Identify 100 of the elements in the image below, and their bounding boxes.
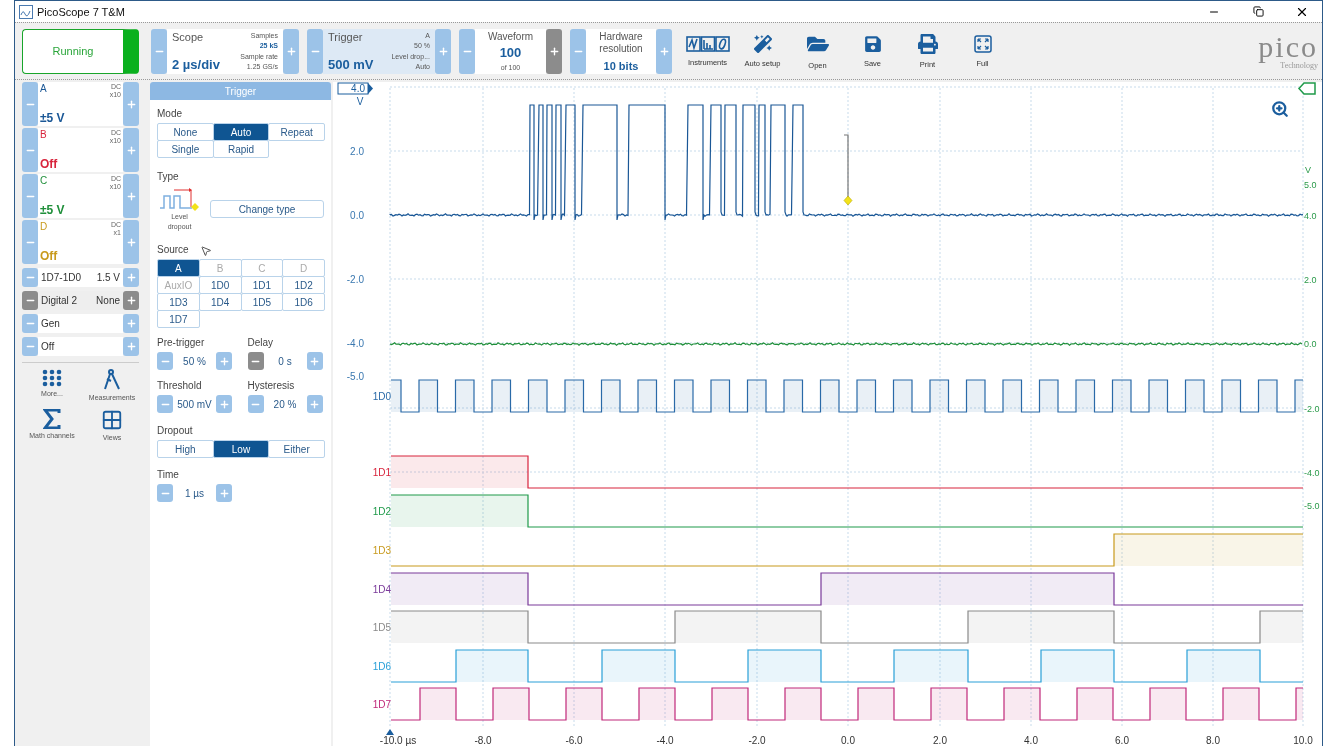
channel-label: 1D3 — [372, 545, 392, 556]
axis-label: 2.0 — [1304, 275, 1317, 285]
control-title: Trigger — [328, 30, 363, 43]
section-label: Mode — [157, 108, 182, 119]
plus-icon — [125, 236, 137, 248]
time-marker[interactable] — [386, 729, 394, 735]
decrease-button[interactable] — [22, 268, 38, 287]
increase-button[interactable] — [123, 268, 139, 287]
decrease-button[interactable] — [459, 28, 475, 74]
axis-label: -2.0 — [748, 735, 766, 746]
plus-icon — [437, 45, 449, 57]
control-value: 2 µs/div — [172, 56, 220, 72]
level-dropout-icon — [157, 186, 202, 212]
row-label: Gen — [41, 318, 60, 329]
axis-label: 4.0 — [1024, 735, 1038, 746]
plus-icon — [658, 45, 670, 57]
source-option[interactable]: 1D2 — [282, 276, 325, 294]
source-option[interactable]: 1D4 — [198, 293, 242, 311]
panel-header: Trigger — [150, 82, 331, 100]
source-option[interactable]: 1D6 — [282, 293, 325, 311]
control-value: 500 mV — [328, 56, 374, 72]
source-option[interactable]: 1D3 — [157, 293, 200, 311]
decrease-button[interactable] — [157, 395, 173, 413]
decrease-button[interactable] — [307, 28, 323, 74]
decrease-button[interactable] — [157, 352, 173, 370]
axis-label: 2.0 — [933, 735, 947, 746]
axis-label: -10.0 µs — [379, 735, 417, 746]
dropout-option[interactable]: Low — [212, 440, 270, 458]
axis-label: -4.0 — [656, 735, 674, 746]
increase-button[interactable] — [216, 352, 232, 370]
plus-icon — [218, 487, 230, 499]
decrease-button[interactable] — [247, 395, 264, 413]
zoom-icon[interactable] — [1271, 100, 1289, 118]
source-option[interactable]: 1D0 — [198, 276, 242, 294]
trigger-marker[interactable] — [843, 134, 853, 206]
decrease-button[interactable] — [157, 484, 173, 502]
axis-marker[interactable] — [337, 82, 373, 95]
axis-label: 5.0 — [1304, 180, 1317, 190]
plus-icon — [285, 45, 297, 57]
increase-button[interactable] — [123, 174, 139, 218]
printer-icon — [917, 33, 938, 54]
increase-button[interactable] — [123, 291, 139, 310]
plus-icon — [125, 190, 137, 202]
axis-label: -6.0 — [565, 735, 583, 746]
source-option[interactable]: 1D5 — [240, 293, 284, 311]
source-option[interactable]: A — [157, 259, 200, 277]
increase-button[interactable] — [123, 337, 139, 356]
decrease-button[interactable] — [22, 314, 38, 333]
mode-option[interactable]: None — [157, 123, 214, 141]
axis-label: -2.0 — [346, 274, 364, 285]
row-label: Off — [41, 341, 55, 352]
axis-label: 4.0 — [351, 83, 365, 94]
grid-icon — [101, 409, 123, 431]
decrease-button[interactable] — [570, 28, 586, 74]
axis-label: 8.0 — [1206, 735, 1220, 746]
sigma-icon — [43, 409, 61, 429]
dropout-option[interactable]: Either — [268, 440, 325, 458]
app-icon — [19, 4, 33, 19]
axis-label: 2.0 — [350, 146, 364, 157]
magic-wand-icon — [753, 34, 772, 53]
increase-button[interactable] — [283, 28, 299, 74]
row-value: None — [96, 295, 120, 306]
increase-button[interactable] — [216, 484, 232, 502]
mode-option[interactable]: Single — [157, 140, 214, 158]
channel-range: Off — [40, 249, 58, 263]
section-label: Time — [157, 469, 179, 480]
channel-label: 1D6 — [372, 661, 392, 672]
increase-button[interactable] — [435, 28, 451, 74]
change-type-button[interactable]: Change type — [210, 200, 324, 218]
mode-option[interactable]: Auto — [212, 123, 270, 141]
increase-button[interactable] — [123, 82, 139, 126]
restore-icon — [1252, 6, 1264, 17]
dropout-option[interactable]: High — [157, 440, 214, 458]
decrease-button[interactable] — [151, 28, 167, 74]
increase-button[interactable] — [123, 220, 139, 264]
axis-label: 4.0 — [1304, 211, 1317, 221]
source-option[interactable]: 1D1 — [240, 276, 284, 294]
increase-button[interactable] — [123, 314, 139, 333]
row-label: Digital 2 — [41, 295, 78, 306]
channel-name: C — [40, 175, 48, 186]
window-title: PicoScope 7 T&M — [37, 5, 126, 18]
increase-button[interactable] — [123, 128, 139, 172]
source-option[interactable]: 1D7 — [157, 310, 200, 328]
mode-option[interactable]: Repeat — [268, 123, 325, 141]
axis-unit: V — [356, 96, 364, 107]
channel-name: A — [40, 83, 47, 94]
axis-label: -4.0 — [346, 338, 364, 349]
logo-tagline: Technology — [1280, 60, 1318, 70]
mode-option[interactable]: Rapid — [212, 140, 270, 158]
caliper-icon — [103, 369, 121, 391]
decrease-button[interactable] — [22, 337, 38, 356]
plus-icon — [125, 272, 137, 283]
plus-icon — [125, 98, 137, 110]
increase-button[interactable] — [216, 395, 232, 413]
channel-label: 1D7 — [372, 699, 392, 710]
plus-icon — [309, 355, 320, 367]
axis-marker[interactable] — [1298, 82, 1316, 95]
pointer-icon — [200, 245, 212, 257]
row-label: 1D7-1D0 — [41, 272, 82, 283]
increase-button[interactable] — [656, 28, 672, 74]
